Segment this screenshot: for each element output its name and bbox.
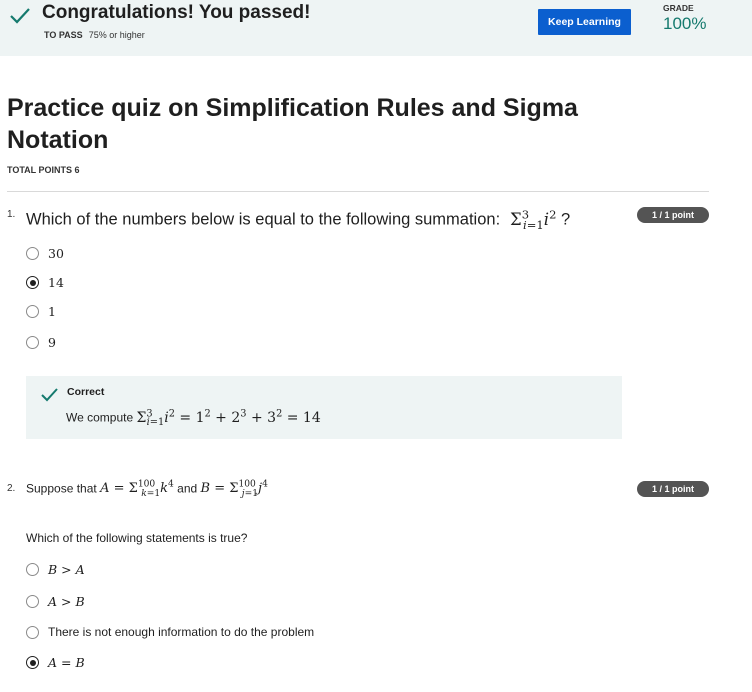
feedback-math: Σ3i=1i2 = 12 + 23 + 32 = 14 bbox=[136, 408, 321, 429]
total-points: TOTAL POINTS 6 bbox=[7, 165, 80, 175]
page-title: Practice quiz on Simplification Rules an… bbox=[7, 94, 578, 154]
banner-title: Congratulations! You passed! bbox=[42, 2, 311, 23]
question-math: Σ3i=1i2 bbox=[504, 207, 557, 232]
feedback-status: Correct bbox=[67, 386, 105, 398]
check-icon bbox=[41, 388, 58, 402]
question-text: Suppose that A = Σ100k=1k4 and B = Σ100j… bbox=[26, 480, 268, 499]
radio-button[interactable] bbox=[26, 595, 39, 608]
grade-label: GRADE bbox=[663, 3, 694, 13]
question-number: 1. bbox=[7, 209, 16, 220]
option-label: A = B bbox=[48, 655, 85, 670]
option-label: There is not enough information to do th… bbox=[48, 625, 315, 639]
radio-button[interactable] bbox=[26, 305, 39, 318]
feedback-box: Correct We compute Σ3i=1i2 = 12 + 23 + 3… bbox=[26, 376, 622, 439]
radio-button-selected[interactable] bbox=[26, 276, 39, 289]
grade-value: 100% bbox=[663, 14, 707, 33]
subquestion-text: Which of the following statements is tru… bbox=[26, 531, 248, 545]
question-number: 2. bbox=[7, 483, 16, 494]
question-prompt: Which of the numbers below is equal to t… bbox=[26, 210, 501, 229]
to-pass-line: TO PASS 75% or higher bbox=[44, 30, 145, 40]
feedback-prompt: We compute bbox=[66, 410, 134, 425]
to-pass-label: TO PASS bbox=[44, 30, 83, 40]
points-badge: 1 / 1 point bbox=[637, 481, 709, 497]
question-prompt: Suppose that bbox=[26, 481, 97, 496]
question-and: and bbox=[177, 481, 198, 496]
radio-button[interactable] bbox=[26, 563, 39, 576]
question-suffix: ? bbox=[561, 210, 571, 229]
option-label: 9 bbox=[48, 335, 56, 350]
radio-button[interactable] bbox=[26, 626, 39, 639]
keep-learning-button[interactable]: Keep Learning bbox=[538, 9, 631, 35]
radio-button[interactable] bbox=[26, 247, 39, 260]
question-math-b: B = Σ100j=1j4 bbox=[200, 480, 268, 499]
question-math-a: A = Σ100k=1k4 bbox=[100, 480, 174, 499]
check-icon bbox=[10, 8, 30, 24]
result-banner: Congratulations! You passed! TO PASS 75% … bbox=[0, 0, 752, 56]
radio-button[interactable] bbox=[26, 336, 39, 349]
question-text: Which of the numbers below is equal to t… bbox=[26, 207, 570, 232]
option-label: 30 bbox=[48, 246, 64, 261]
points-badge: 1 / 1 point bbox=[637, 207, 709, 223]
option-label: 1 bbox=[48, 304, 56, 319]
radio-button-selected[interactable] bbox=[26, 656, 39, 669]
option-label: A > B bbox=[48, 594, 85, 609]
divider bbox=[7, 191, 709, 192]
option-label: 14 bbox=[48, 275, 64, 290]
option-label: B > A bbox=[48, 562, 85, 577]
to-pass-value: 75% or higher bbox=[88, 30, 145, 40]
feedback-text: We compute Σ3i=1i2 = 12 + 23 + 32 = 14 bbox=[66, 408, 321, 428]
